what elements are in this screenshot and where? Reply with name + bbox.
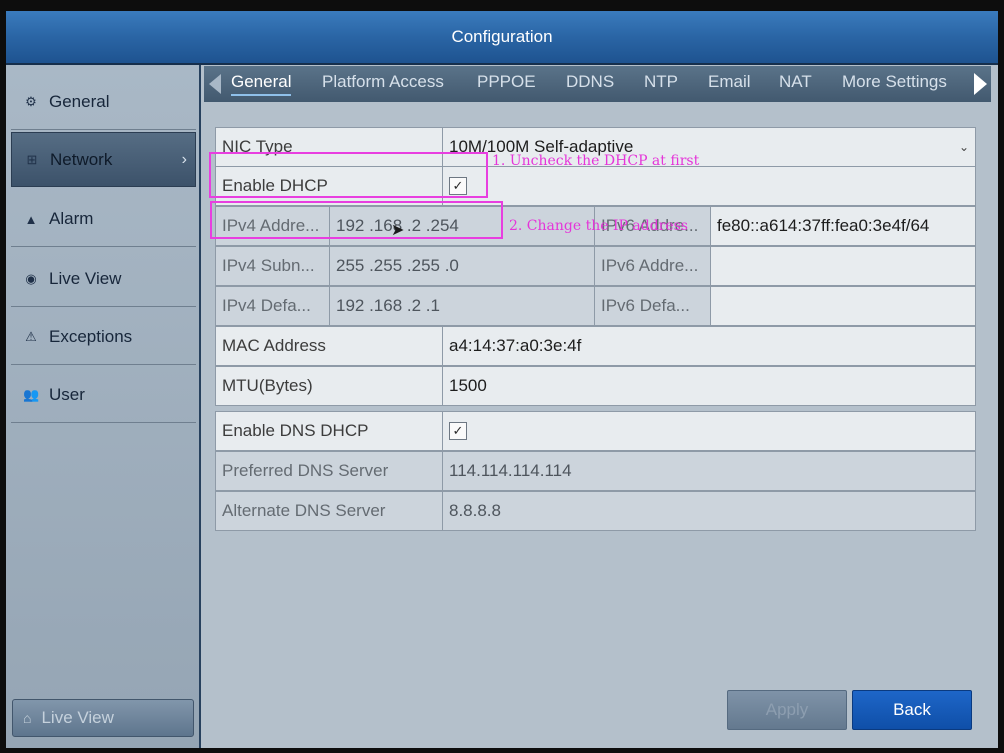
bell-icon: ▲ [24,211,38,227]
eye-icon: ◉ [25,271,37,286]
mac-address-label: MAC Address [215,326,443,366]
sidebar-item-label: Network [50,149,113,169]
back-button[interactable]: Back [852,690,972,730]
ipv4-subnet-label: IPv4 Subn... [215,246,330,286]
tab-nat[interactable]: NAT [779,72,812,92]
sidebar-item-label: Exceptions [49,327,133,346]
annotation-box-dhcp [209,152,488,198]
tab-ddns[interactable]: DDNS [566,72,614,92]
enable-dns-dhcp-row: ✓ [442,411,976,451]
chevron-down-icon: ⌄ [958,140,969,154]
warning-icon: ⚠ [25,329,37,344]
sidebar-item-general[interactable]: ⚙ General [11,75,196,130]
tab-platform-access[interactable]: Platform Access [322,72,444,92]
users-icon: 👥 [23,387,40,402]
mouse-cursor-icon: ➤ [391,222,405,239]
gear-icon: ⚙ [25,94,37,109]
ipv6-gateway-label: IPv6 Defa... [594,286,711,326]
ipv4-gateway-label: IPv4 Defa... [215,286,330,326]
sidebar-item-exceptions[interactable]: ⚠ Exceptions [11,310,196,365]
mtu-label: MTU(Bytes) [215,366,443,406]
alternate-dns-input[interactable]: 8.8.8.8 [442,491,976,531]
sidebar-item-label: User [49,385,85,404]
tab-scroll-left-icon[interactable] [209,74,221,94]
sidebar-item-label: General [49,92,110,111]
tab-general[interactable]: General [231,72,292,96]
tab-email[interactable]: Email [708,72,751,92]
ipv4-subnet-input[interactable]: 255 .255 .255 .0 [329,246,595,286]
ipv6-address1-value: fe80::a614:37ff:fea0:3e4f/64 [710,206,976,246]
tab-scroll-right-icon[interactable] [974,73,987,95]
enable-dns-dhcp-checkbox[interactable]: ✓ [449,422,467,440]
preferred-dns-label: Preferred DNS Server [215,451,443,491]
enable-dns-dhcp-label: Enable DNS DHCP [215,411,443,451]
alternate-dns-label: Alternate DNS Server [215,491,443,531]
sidebar-item-network[interactable]: ⊞ Network › [11,132,196,187]
tab-more-settings[interactable]: More Settings [842,72,947,92]
live-view-button[interactable]: ⌂ Live View [12,699,194,737]
ipv6-address2-label: IPv6 Addre... [594,246,711,286]
tab-ntp[interactable]: NTP [644,72,678,92]
apply-button[interactable]: Apply [727,690,847,730]
mtu-input[interactable]: 1500 [442,366,976,406]
ipv4-gateway-input[interactable]: 192 .168 .2 .1 [329,286,595,326]
annotation-box-ip [210,201,503,239]
configuration-window: Configuration ⚙ General ⊞ Network › ▲ Al… [6,11,998,748]
tab-bar: General Platform Access PPPOE DDNS NTP E… [204,66,991,102]
mac-address-value: a4:14:37:a0:3e:4f [442,326,976,366]
chevron-right-icon: › [181,150,187,168]
live-view-label: Live View [41,708,114,727]
sidebar: ⚙ General ⊞ Network › ▲ Alarm ◉ Live Vie… [6,65,201,748]
sidebar-item-user[interactable]: 👥 User [11,368,196,423]
network-icon: ⊞ [26,151,38,167]
window-title: Configuration [6,11,998,65]
ipv6-address2-value [710,246,976,286]
annotation-step1: 1. Uncheck the DHCP at first [492,153,700,169]
sidebar-item-live-view[interactable]: ◉ Live View [11,252,196,307]
ipv6-gateway-value [710,286,976,326]
sidebar-item-alarm[interactable]: ▲ Alarm [11,192,196,247]
enable-dhcp-row: ✓ [442,166,976,206]
home-icon: ⌂ [23,710,32,726]
tab-pppoe[interactable]: PPPOE [477,72,536,92]
preferred-dns-input[interactable]: 114.114.114.114 [442,451,976,491]
sidebar-item-label: Live View [49,269,122,288]
annotation-step2: 2. Change the IP address [509,218,688,234]
sidebar-item-label: Alarm [49,209,94,228]
